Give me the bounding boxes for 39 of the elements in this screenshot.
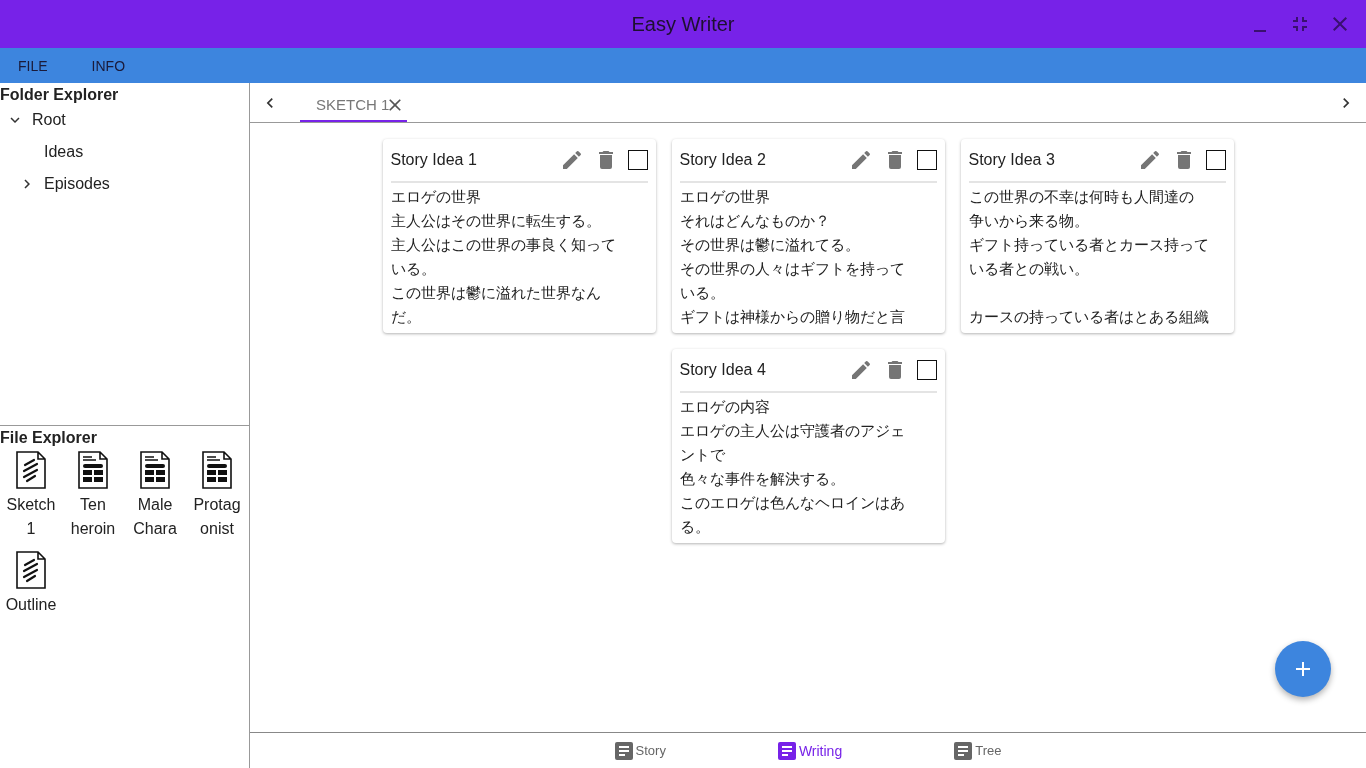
spreadsheet-icon[interactable] <box>78 451 108 489</box>
spreadsheet-icon[interactable] <box>202 451 232 489</box>
document-icon[interactable] <box>16 551 46 589</box>
add-button[interactable] <box>1275 641 1331 697</box>
menu-item[interactable]: INFO <box>79 53 138 78</box>
file-name[interactable]: Protagonist <box>190 493 244 541</box>
folder-label[interactable]: Episodes <box>44 175 110 193</box>
card-title: Story Idea 2 <box>679 151 767 169</box>
notes-icon <box>954 741 973 760</box>
section-title: File Explorer <box>0 428 98 447</box>
notes-icon <box>777 741 796 760</box>
card-text: この世界の不幸は何時も人間達の 争いから来る物。 ギフト持っている者とカース持って いる者との戦い。 <box>968 187 1210 279</box>
menu-item[interactable]: FILE <box>6 53 60 78</box>
card-title: Story Idea 4 <box>679 361 767 379</box>
folder-label[interactable]: Root <box>32 111 66 129</box>
card-text: エロゲの世界 主人公はその世界に転生する。 主人公はこの世界の事良く知って いる。 この世界は鬱に溢れた世界なん だ。 <box>390 187 617 327</box>
document-icon[interactable] <box>16 451 46 489</box>
nav-item[interactable]: Story <box>608 740 672 761</box>
checkbox[interactable] <box>916 150 937 170</box>
card-text: エロゲの世界 それはどんなものか？ その世界は鬱に溢れてる。 その世界の人々はギフトを持って いる。 ギフトは神様からの贈り物だと言 <box>679 187 906 327</box>
file-name[interactable]: Male Chara <box>128 493 182 541</box>
file-name[interactable]: Sketch 1 <box>4 493 58 541</box>
folder-label[interactable]: Ideas <box>44 143 84 161</box>
notes-icon <box>614 741 633 760</box>
tab[interactable]: SKETCH 1 <box>300 89 408 122</box>
checkbox[interactable] <box>1205 150 1226 170</box>
window-title: Easy Writer <box>631 12 735 36</box>
nav-item[interactable]: Writing <box>771 740 849 761</box>
section-title: Folder Explorer <box>0 85 120 104</box>
file-name[interactable]: Outline <box>4 593 58 617</box>
nav-item[interactable]: Tree <box>948 740 1008 761</box>
card-text: エロゲの内容 エロゲの主人公は守護者のアジェ ントで 色々な事件を解決する。 このエロゲは色んなヘロインはあ る。 <box>679 397 906 537</box>
card-text: カースの持っている者はとある組織 <box>968 307 1210 327</box>
card-title: Story Idea 1 <box>390 151 478 169</box>
file-name[interactable]: Ten heroin <box>66 493 120 541</box>
card-title: Story Idea 3 <box>968 151 1056 169</box>
checkbox[interactable] <box>916 360 937 380</box>
spreadsheet-icon[interactable] <box>140 451 170 489</box>
checkbox[interactable] <box>627 150 648 170</box>
